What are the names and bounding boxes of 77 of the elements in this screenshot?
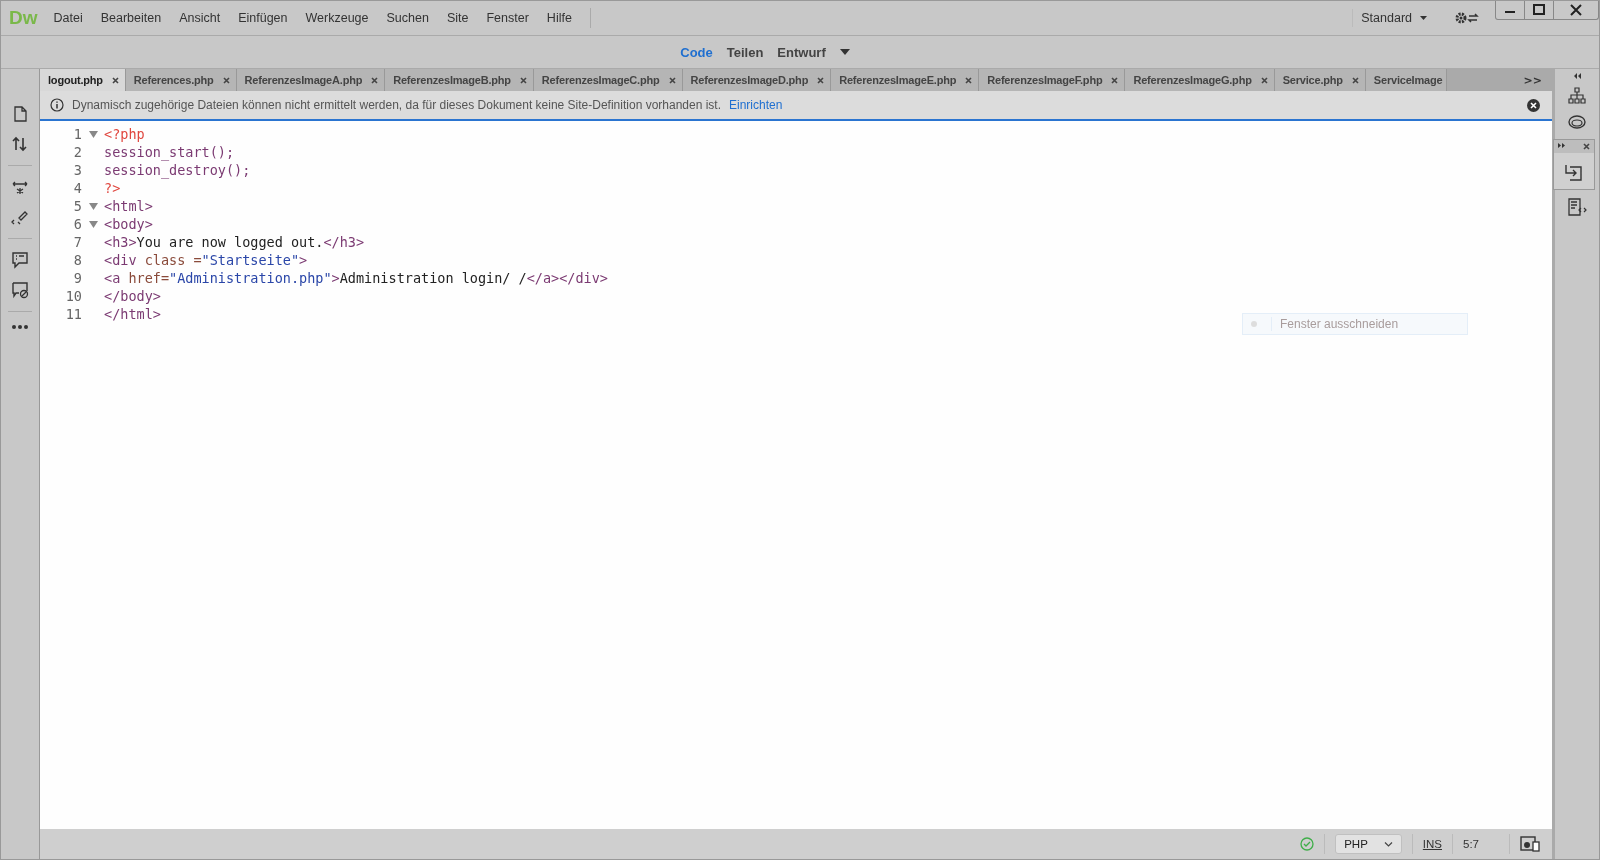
document-tab[interactable]: logout.php	[40, 69, 126, 91]
menu-item[interactable]: Fenster	[486, 11, 529, 25]
code-line: ?>	[104, 180, 121, 196]
caret-icon[interactable]	[839, 49, 850, 55]
insert-mode[interactable]: INS	[1422, 838, 1442, 850]
sitemap-icon[interactable]	[1567, 87, 1587, 105]
document-tab[interactable]: ReferenzesImageA.php	[236, 69, 386, 91]
document-tab[interactable]: ReferenzesImageF.php	[979, 69, 1126, 91]
fold-icon[interactable]	[88, 202, 98, 210]
insert-icon[interactable]	[1564, 163, 1584, 181]
document-tab[interactable]: References.php	[125, 69, 237, 91]
code-line: <body>	[104, 216, 153, 232]
expand-icon[interactable]	[1558, 143, 1565, 148]
menu-item[interactable]: Bearbeiten	[100, 11, 162, 25]
code-line: <div class ="Startseite">	[104, 252, 308, 268]
close-icon[interactable]	[111, 76, 119, 84]
gear-sync-icon[interactable]	[1455, 11, 1479, 25]
menu-item[interactable]: Hilfe	[546, 11, 572, 25]
file-icon[interactable]	[11, 105, 29, 123]
menu-item[interactable]: Suchen	[386, 11, 429, 25]
code-file-icon[interactable]	[1567, 198, 1587, 216]
document-tab[interactable]: ReferenzesImageG.php	[1125, 69, 1275, 91]
view-tab[interactable]: Teilen	[726, 44, 764, 60]
language-dropdown[interactable]: PHP	[1335, 834, 1402, 854]
menu-item[interactable]: Site	[446, 11, 469, 25]
fold-icon[interactable]	[88, 220, 98, 228]
menu-item[interactable]: Werkzeuge	[305, 11, 369, 25]
preview-device-icon[interactable]	[1520, 836, 1540, 852]
line-number: 2	[72, 144, 82, 160]
sort-arrows-icon[interactable]	[11, 135, 29, 153]
code-line: <?php	[104, 126, 145, 142]
line-number: 1	[72, 126, 82, 142]
document-tab[interactable]: ReferenzesImageE.php	[831, 69, 980, 91]
code-line: <h3>You are now logged out.</h3>	[104, 234, 365, 250]
line-number: 10	[64, 288, 82, 304]
line-number: 5	[72, 198, 82, 214]
document-tab[interactable]: ReferenzesImageB.php	[385, 69, 534, 91]
line-number: 9	[72, 270, 82, 286]
menu-item[interactable]: Datei	[53, 11, 83, 25]
fold-icon[interactable]	[88, 130, 98, 138]
close-icon[interactable]	[1583, 143, 1590, 150]
line-number: 11	[64, 306, 82, 322]
app-logo: Dw	[9, 7, 38, 29]
collapse-icon[interactable]	[1572, 73, 1582, 79]
line-number: 8	[72, 252, 82, 268]
code-line: session_destroy();	[104, 162, 251, 178]
view-tab[interactable]: Entwurf	[777, 44, 826, 60]
chevron-down-icon	[1383, 841, 1393, 847]
more-icon[interactable]	[11, 324, 29, 330]
view-tab[interactable]: Code	[680, 44, 713, 60]
document-tab[interactable]: ReferenzesImageC.php	[533, 69, 683, 91]
code-line: </html>	[104, 306, 161, 322]
code-line: </body>	[104, 288, 161, 304]
line-number: 7	[72, 234, 82, 250]
info-message: Dynamisch zugehörige Dateien können nicht ermittelt werden, da für dieses Dokument keine Site-Definition vorhanden ist.	[72, 98, 721, 112]
cursor-position: 5:7	[1463, 838, 1479, 850]
remove-comment-icon[interactable]	[11, 281, 29, 299]
document-tab[interactable]: ReferenzesImageD.php	[682, 69, 832, 91]
menu-item[interactable]: Ansicht	[179, 11, 221, 25]
code-line: <html>	[104, 198, 153, 214]
tab-overflow-button[interactable]: >>	[1513, 69, 1552, 91]
close-icon[interactable]	[1527, 98, 1540, 112]
menu-item[interactable]: Einfügen	[238, 11, 288, 25]
line-number: 4	[72, 180, 82, 196]
code-line: <a href="Administration.php">Administration login/ /</a></div>	[104, 270, 608, 286]
caret-icon	[1420, 16, 1427, 20]
line-number: 3	[72, 162, 82, 178]
workspace-dropdown[interactable]: Standard	[1352, 9, 1435, 27]
check-icon	[1300, 837, 1315, 851]
setup-link[interactable]: Einrichten	[729, 98, 783, 112]
tooltip-field: Fenster ausschneiden	[1242, 313, 1468, 335]
line-number: 6	[72, 216, 82, 232]
comment-icon[interactable]	[11, 251, 29, 269]
code-line: session_start();	[104, 144, 235, 160]
document-tab[interactable]: ServiceImage	[1365, 69, 1448, 91]
info-icon	[50, 98, 64, 112]
document-tab[interactable]: Service.php	[1274, 69, 1366, 91]
